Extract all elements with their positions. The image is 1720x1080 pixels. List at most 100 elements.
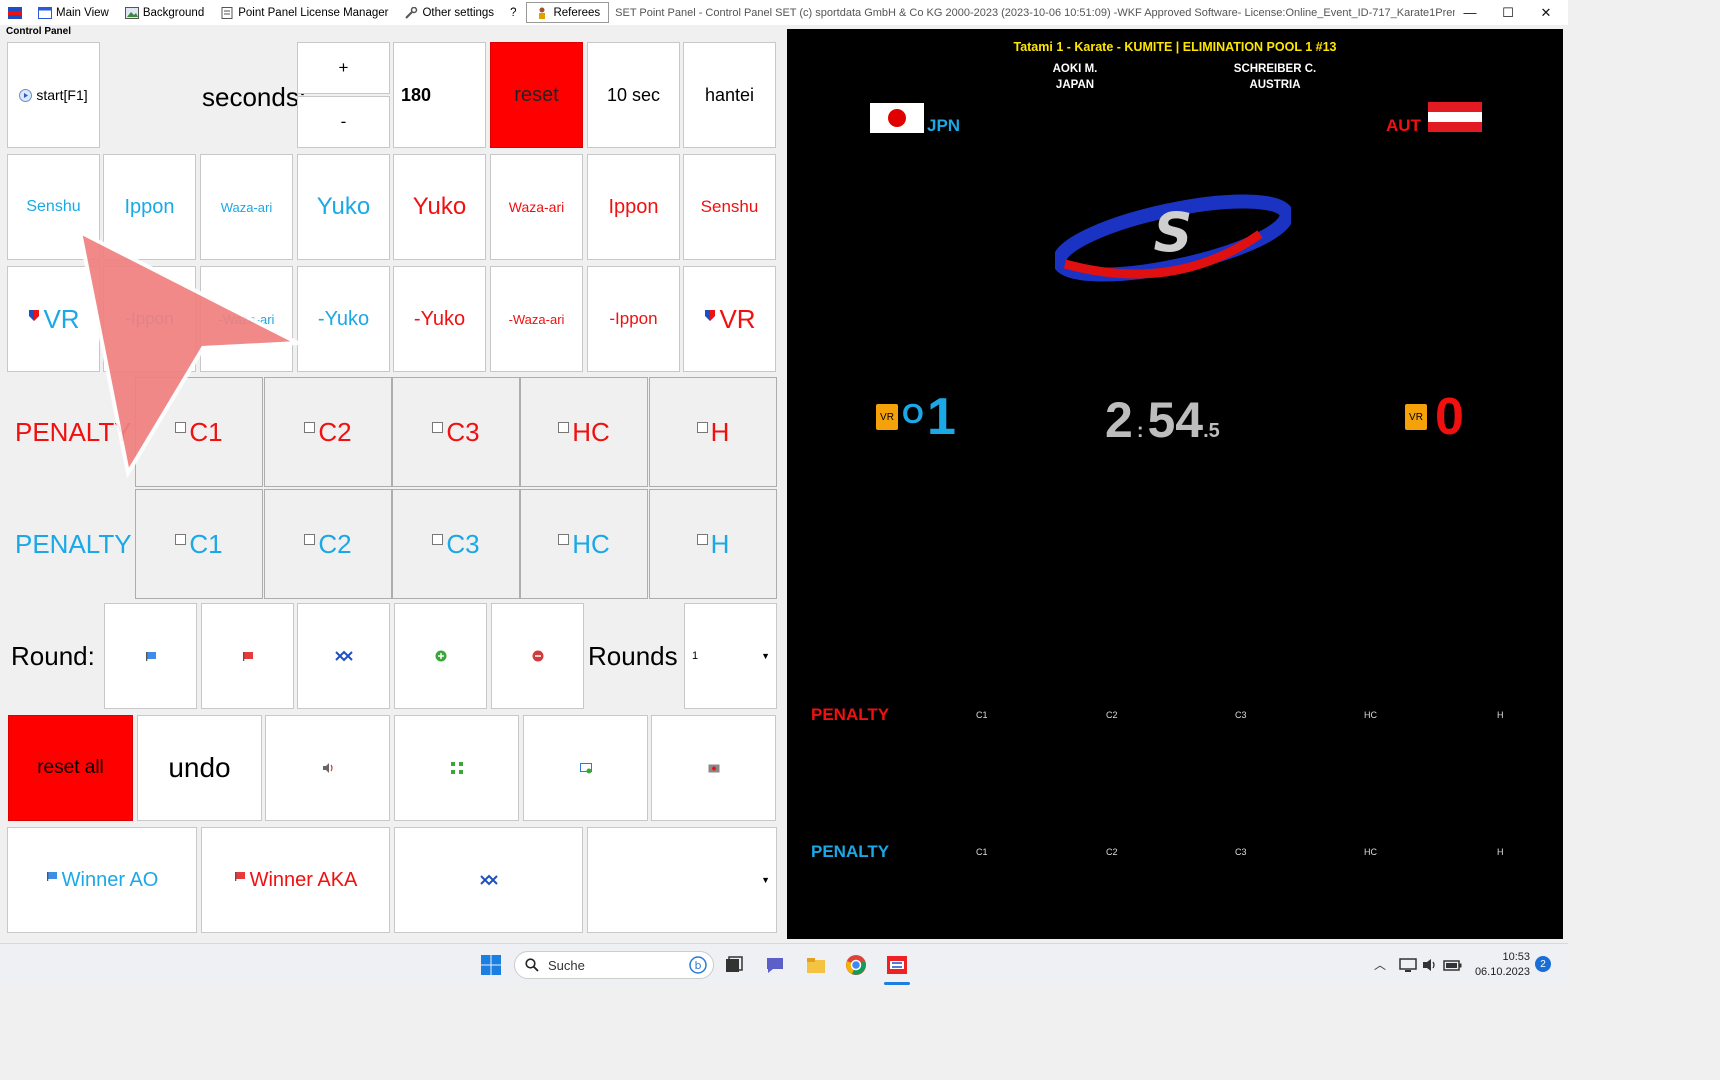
windows-start-icon[interactable] [480, 954, 502, 976]
ao-minus-ippon-button[interactable]: -Ippon [103, 266, 196, 372]
monitor-icon [579, 763, 592, 774]
sb-penalty-aka-label: PENALTY [811, 705, 890, 724]
round-aka-flag-button[interactable] [201, 603, 294, 709]
ao-yuko-button[interactable]: Yuko [297, 154, 390, 260]
aka-minus-ippon-button[interactable]: -Ippon [587, 266, 680, 372]
ao-minus-waza-ari-button[interactable]: -Waza-ari [200, 266, 293, 372]
penalty-ao-hc[interactable]: HC [520, 489, 648, 599]
reset-button[interactable]: reset [490, 42, 583, 148]
penalty-ao-c2[interactable]: C2 [264, 489, 392, 599]
reset-all-button[interactable]: reset all [8, 715, 133, 821]
aka-ippon-button[interactable]: Ippon [587, 154, 680, 260]
winner-swap-button[interactable] [394, 827, 583, 933]
rounds-select[interactable]: 1 ▼ [684, 603, 777, 709]
notification-badge[interactable]: 2 [1535, 956, 1551, 972]
battery-icon[interactable] [1443, 957, 1463, 973]
aka-minus-yuko-button[interactable]: -Yuko [393, 266, 486, 372]
penalty-aka-h[interactable]: H [649, 377, 777, 487]
aka-vr-button[interactable]: VR [683, 266, 776, 372]
checkbox[interactable] [304, 533, 316, 545]
teams-chat-icon[interactable] [764, 954, 786, 976]
menu-other-settings[interactable]: Other settings [396, 0, 502, 25]
remove-round-button[interactable] [491, 603, 584, 709]
display-window-button[interactable] [523, 715, 648, 821]
menu-main-view[interactable]: Main View [30, 0, 117, 25]
aka-waza-ari-button[interactable]: Waza-ari [490, 154, 583, 260]
menu-referees[interactable]: Referees [526, 2, 610, 23]
checkbox[interactable] [175, 533, 187, 545]
aka-minus-waza-ari-button[interactable]: -Waza-ari [490, 266, 583, 372]
ten-sec-button[interactable]: 10 sec [587, 42, 680, 148]
tray-overflow-chevron-icon[interactable]: ︿ [1374, 956, 1386, 973]
set-point-panel-app-icon[interactable] [886, 954, 908, 976]
sb-penalty-aka-h: H [1497, 710, 1504, 720]
checkbox[interactable] [304, 421, 316, 433]
aka-yuko-button[interactable]: Yuko [393, 154, 486, 260]
menu-license-manager[interactable]: Point Panel License Manager [212, 0, 396, 25]
volume-icon[interactable] [1422, 957, 1438, 973]
checkbox[interactable] [558, 533, 570, 545]
penalty-ao-h[interactable]: H [649, 489, 777, 599]
aka-senshu-button[interactable]: Senshu [683, 154, 776, 260]
scoreboard-display: Tatami 1 - Karate - KUMITE | ELIMINATION… [787, 29, 1563, 939]
checkbox[interactable] [432, 421, 444, 433]
seconds-input[interactable]: 180 [393, 42, 486, 148]
penalty-ao-c3[interactable]: C3 [392, 489, 520, 599]
hantei-button[interactable]: hantei [683, 42, 776, 148]
checkbox[interactable] [432, 533, 444, 545]
ao-ippon-button[interactable]: Ippon [103, 154, 196, 260]
seconds-label: seconds: [202, 81, 307, 112]
file-explorer-icon[interactable] [805, 954, 827, 976]
ao-waza-ari-button[interactable]: Waza-ari [200, 154, 293, 260]
active-app-indicator [884, 982, 910, 985]
checkbox[interactable] [696, 421, 708, 433]
chrome-icon[interactable] [845, 954, 867, 976]
penalty-aka-c3[interactable]: C3 [392, 377, 520, 487]
sb-penalty-ao-hc: HC [1364, 847, 1377, 857]
ao-senshu-button[interactable]: Senshu [7, 154, 100, 260]
taskbar: Suche b ︿ 10:53 06.10.2023 2 [0, 943, 1568, 985]
penalty-aka-label: PENALTY [15, 416, 132, 447]
network-icon[interactable] [1399, 956, 1417, 974]
undo-button[interactable]: undo [137, 715, 262, 821]
app-icon[interactable] [0, 0, 30, 25]
task-view-icon[interactable] [723, 954, 745, 976]
blue-flag-icon [145, 652, 156, 661]
timer-separator: : [1136, 420, 1144, 442]
penalty-aka-hc[interactable]: HC [520, 377, 648, 487]
round-swap-button[interactable] [297, 603, 390, 709]
plus-seconds-button[interactable]: + [297, 42, 390, 94]
menu-background[interactable]: Background [117, 0, 212, 25]
red-flag-icon [234, 872, 245, 881]
winner-aka-button[interactable]: Winner AKA [201, 827, 390, 933]
checkbox[interactable] [558, 421, 570, 433]
wrench-icon [405, 6, 418, 19]
penalty-aka-c2[interactable]: C2 [264, 377, 392, 487]
svg-text:S: S [1154, 201, 1193, 264]
start-button[interactable]: start[F1] [7, 42, 100, 148]
checkbox[interactable] [696, 533, 708, 545]
rounds-label: Rounds [588, 640, 678, 671]
menu-help[interactable]: ? [502, 0, 524, 25]
checkbox[interactable] [175, 421, 187, 433]
ao-score: 1 [927, 388, 956, 446]
blue-flag-icon [46, 872, 57, 881]
winner-ao-button[interactable]: Winner AO [7, 827, 197, 933]
fullscreen-button[interactable] [394, 715, 519, 821]
winner-select[interactable]: ▼ [587, 827, 777, 933]
taskbar-search[interactable]: Suche b [514, 951, 714, 979]
ao-vr-button[interactable]: VR [7, 266, 100, 372]
penalty-ao-c1[interactable]: C1 [135, 489, 263, 599]
fullscreen-icon [450, 762, 463, 774]
sound-button[interactable] [265, 715, 390, 821]
medical-button[interactable] [651, 715, 776, 821]
close-button[interactable]: ✕ [1524, 0, 1568, 25]
clock[interactable]: 10:53 06.10.2023 [1474, 950, 1530, 980]
add-round-button[interactable] [394, 603, 487, 709]
minus-seconds-button[interactable]: - [297, 96, 390, 148]
round-ao-flag-button[interactable] [104, 603, 197, 709]
sb-penalty-ao-c2: C2 [1106, 847, 1118, 857]
sb-penalty-aka-c2: C2 [1106, 710, 1118, 720]
ao-minus-yuko-button[interactable]: -Yuko [297, 266, 390, 372]
penalty-aka-c1[interactable]: C1 [135, 377, 263, 487]
